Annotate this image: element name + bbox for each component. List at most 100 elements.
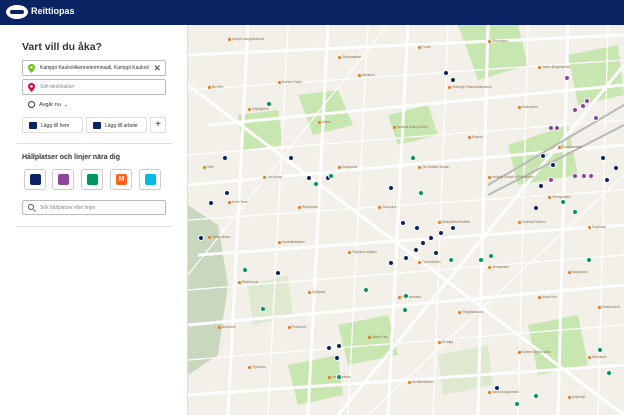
tram-stop-marker[interactable] — [572, 209, 578, 215]
train-stop-marker[interactable] — [548, 177, 554, 183]
add-favourite-button[interactable]: + — [150, 117, 166, 133]
train-stop-marker[interactable] — [554, 125, 560, 131]
train-mode-button[interactable] — [52, 169, 74, 190]
map-poi-label[interactable]: Säätytalo — [308, 290, 325, 294]
tram-stop-marker[interactable] — [606, 370, 612, 376]
bus-stop-marker[interactable] — [208, 200, 214, 206]
tram-stop-marker[interactable] — [266, 101, 272, 107]
bus-stop-marker[interactable] — [428, 235, 434, 241]
map-poi-label[interactable]: Ylioppilasaukio — [458, 310, 483, 314]
add-home-button[interactable]: Lägg till hem — [22, 117, 83, 133]
map-view[interactable]: Kampin kauppakeskus Glasspalatset Forum Sto… — [188, 25, 624, 415]
tram-stop-marker[interactable] — [336, 374, 342, 380]
tram-stop-marker[interactable] — [402, 307, 408, 313]
map-poi-label[interactable]: Sokos — [318, 120, 331, 124]
tram-stop-marker[interactable] — [403, 293, 409, 299]
map-poi-label[interactable]: Lasipalatsi — [263, 175, 282, 179]
map-poi-label[interactable]: Esplanadi — [588, 225, 606, 229]
bus-stop-marker[interactable] — [550, 162, 556, 168]
map-poi-label[interactable]: Kampintori — [338, 165, 357, 169]
bus-stop-marker[interactable] — [443, 70, 449, 76]
bus-stop-marker[interactable] — [600, 155, 606, 161]
bus-stop-marker[interactable] — [438, 230, 444, 236]
stop-search-field[interactable]: Sök hållplatser eller linjer — [22, 200, 166, 215]
map-poi-label[interactable]: Oodi — [203, 165, 214, 169]
map-poi-label[interactable]: Ruttopuisto — [298, 205, 318, 209]
tram-stop-marker[interactable] — [313, 181, 319, 187]
map-poi-label[interactable]: Old Student House — [418, 165, 449, 169]
train-stop-marker[interactable] — [593, 115, 599, 121]
bus-stop-marker[interactable] — [613, 165, 619, 171]
train-stop-marker[interactable] — [572, 173, 578, 179]
bus-stop-marker[interactable] — [326, 345, 332, 351]
map-poi-label[interactable]: Kiasma — [468, 135, 483, 139]
ferry-mode-button[interactable] — [139, 169, 161, 190]
bus-stop-marker[interactable] — [533, 205, 539, 211]
bus-stop-marker[interactable] — [400, 220, 406, 226]
map-poi-label[interactable]: Vanha Kauppahalli — [488, 390, 519, 394]
map-poi-label[interactable]: Citykäytävä — [248, 107, 268, 111]
map-poi-label[interactable]: Hietalahdentori — [408, 380, 433, 384]
tram-stop-marker[interactable] — [418, 190, 424, 196]
bus-stop-marker[interactable] — [403, 255, 409, 261]
bus-stop-marker[interactable] — [414, 225, 420, 231]
tram-stop-marker[interactable] — [560, 199, 566, 205]
map-poi-label[interactable]: Vanha ylioppilastalo — [538, 65, 570, 69]
map-poi-label[interactable]: Yrjönkatu — [248, 365, 265, 369]
tram-stop-marker[interactable] — [533, 393, 539, 399]
map-poi-label[interactable]: Kampin kauppakeskus — [228, 37, 264, 41]
bus-stop-marker[interactable] — [433, 250, 439, 256]
map-poi-label[interactable]: Amos Rex — [538, 295, 557, 299]
train-stop-marker[interactable] — [584, 98, 590, 104]
map-poi-label[interactable]: Yliopiston kirjasto — [348, 250, 377, 254]
map-poi-label[interactable]: Helsinki School of Economics — [488, 175, 534, 179]
bus-stop-marker[interactable] — [275, 270, 281, 276]
bus-stop-marker[interactable] — [334, 355, 340, 361]
map-poi-label[interactable]: Stockmann — [488, 39, 508, 43]
map-poi-label[interactable]: Kamppi Kapel — [278, 80, 302, 84]
tram-stop-marker[interactable] — [242, 267, 248, 273]
bus-stop-marker[interactable] — [494, 385, 500, 391]
map-poi-label[interactable]: Kauppatori — [568, 270, 587, 274]
map-poi-label[interactable]: Eduskuntatalo — [558, 145, 582, 149]
tram-stop-marker[interactable] — [586, 257, 592, 263]
bus-stop-marker[interactable] — [538, 183, 544, 189]
map-poi-label[interactable]: Tennispalatsi — [548, 195, 570, 199]
bus-stop-marker[interactable] — [288, 155, 294, 161]
train-stop-marker[interactable] — [580, 103, 586, 109]
tram-mode-button[interactable] — [81, 169, 103, 190]
bus-stop-marker[interactable] — [224, 190, 230, 196]
tram-stop-marker[interactable] — [448, 257, 454, 263]
origin-field[interactable]: Kamppi Kaukoliikenneterminaali, Kamppi K… — [22, 60, 166, 76]
map-poi-label[interactable]: Uspenski — [568, 395, 585, 399]
tram-stop-marker[interactable] — [478, 257, 484, 263]
clear-origin-icon[interactable]: ✕ — [153, 63, 161, 73]
metro-mode-button[interactable]: M — [110, 169, 132, 190]
destination-field[interactable]: Sök destination — [22, 79, 166, 95]
add-work-button[interactable]: Lägg till arbete — [86, 117, 147, 133]
tram-stop-marker[interactable] — [597, 347, 603, 353]
bus-stop-marker[interactable] — [388, 185, 394, 191]
bus-stop-marker[interactable] — [198, 235, 204, 241]
tram-stop-marker[interactable] — [514, 401, 520, 407]
train-stop-marker[interactable] — [572, 107, 578, 113]
bus-stop-marker[interactable] — [604, 177, 610, 183]
bus-stop-marker[interactable] — [306, 175, 312, 181]
map-poi-label[interactable]: Aleksanterin teatteri — [438, 220, 470, 224]
map-poi-label[interactable]: Helsinki Music Centre — [393, 125, 428, 129]
map-poi-label[interactable]: Kaisaniemi — [518, 105, 538, 109]
tram-stop-marker[interactable] — [363, 287, 369, 293]
map-poi-label[interactable]: Hotel Torni — [228, 200, 247, 204]
train-stop-marker[interactable] — [588, 173, 594, 179]
map-poi-label[interactable]: Sinebrychoff — [598, 305, 620, 309]
map-poi-label[interactable]: Kolmen sepän aukio — [518, 350, 551, 354]
tram-stop-marker[interactable] — [260, 306, 266, 312]
map-poi-label[interactable]: Mikonkatu — [588, 355, 607, 359]
map-poi-label[interactable]: Punavuori — [288, 325, 306, 329]
train-stop-marker[interactable] — [564, 75, 570, 81]
map-poi-label[interactable]: Erottaja — [438, 340, 453, 344]
tram-stop-marker[interactable] — [410, 155, 416, 161]
map-poi-label[interactable]: Kansallisteatteri — [278, 240, 305, 244]
bus-stop-marker[interactable] — [336, 343, 342, 349]
map-poi-label[interactable]: Ateneum — [358, 73, 375, 77]
